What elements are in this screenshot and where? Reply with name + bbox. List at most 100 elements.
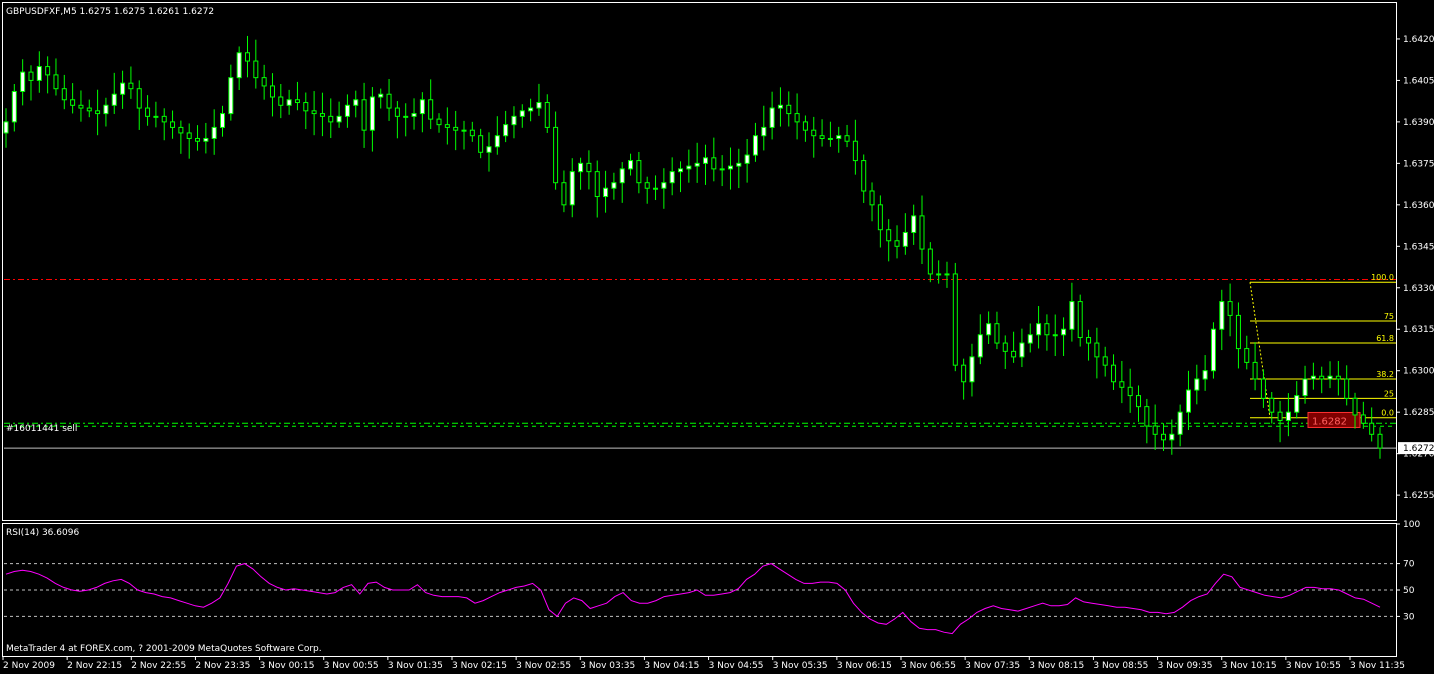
candle-body-bear — [852, 140, 858, 162]
candle-body-bear — [1352, 397, 1358, 416]
price-tick-label: 1.6330 — [1403, 284, 1434, 294]
candle-body-bear — [319, 113, 325, 117]
candle-body-bear — [269, 85, 275, 98]
candle-body-bull — [702, 157, 708, 164]
candle-body-bear — [1136, 395, 1142, 408]
candle-body-bear — [819, 135, 825, 139]
candle-body-bull — [569, 171, 575, 206]
candle-body-bear — [877, 204, 883, 231]
candle-body-bull — [578, 162, 584, 173]
candle-body-bull — [628, 160, 634, 170]
candle-body-bull — [461, 129, 467, 132]
candle-body-bull — [611, 182, 617, 189]
candle-body-bear — [952, 273, 958, 366]
candle-body-bull — [411, 113, 417, 117]
fib-level-label: 75 — [1384, 312, 1394, 321]
candle-body-bull — [1210, 328, 1216, 372]
candle-body-bear — [1227, 301, 1233, 316]
candle-body-bear — [278, 96, 284, 106]
candle-body-bear — [328, 115, 334, 123]
candle-body-bull — [1069, 301, 1075, 330]
time-tick-label: 3 Nov 02:55 — [516, 661, 571, 671]
candle-body-bull — [653, 187, 659, 190]
candle-body-bear — [394, 107, 400, 117]
candle-body-bear — [311, 110, 317, 115]
candle-body-bear — [802, 121, 808, 131]
candle-body-bear — [195, 137, 201, 142]
fib-level-label: 25 — [1384, 389, 1394, 398]
candle-body-bull — [769, 107, 775, 128]
candle-body-bear — [1011, 350, 1017, 358]
time-tick-label: 3 Nov 03:35 — [580, 661, 635, 671]
candle-body-bull — [744, 154, 750, 164]
time-tick-label: 3 Nov 00:15 — [260, 661, 315, 671]
fib-level-label: 61.8 — [1376, 334, 1394, 343]
candle — [952, 262, 958, 372]
candle-body-bull — [336, 115, 342, 123]
candle-body-bull — [103, 104, 109, 115]
candle-body-bear — [1119, 381, 1125, 388]
price-tick-label: 1.6390 — [1403, 118, 1434, 128]
candle-body-bull — [1285, 411, 1291, 421]
candle — [1210, 322, 1216, 379]
time-tick-label: 3 Nov 06:55 — [901, 661, 956, 671]
candle-body-bull — [1177, 411, 1183, 435]
candle-body-bull — [153, 115, 159, 118]
candle-body-bear — [586, 162, 592, 173]
candle-body-bear — [886, 229, 892, 242]
candle-body-bear — [844, 135, 850, 142]
rsi-tick-label: 100 — [1403, 520, 1420, 530]
candle-body-bear — [170, 121, 176, 128]
candle-body-bull — [369, 96, 375, 131]
candle-body-bull — [220, 113, 226, 128]
candle-body-bear — [927, 248, 933, 275]
time-tick-label: 3 Nov 01:35 — [388, 661, 443, 671]
time-tick-label: 3 Nov 06:15 — [837, 661, 892, 671]
candle-body-bear — [1369, 422, 1375, 435]
candle-body-bear — [1144, 406, 1150, 427]
fib-level-label: 0.0 — [1381, 409, 1394, 418]
candle-body-bull — [1194, 378, 1200, 391]
candle-body-bear — [1077, 301, 1083, 339]
time-tick-label: 3 Nov 10:15 — [1222, 661, 1277, 671]
candle-body-bull — [836, 135, 842, 139]
candle-body-bull — [536, 102, 542, 109]
candle-body-bull — [503, 124, 509, 137]
candle-body-bear — [794, 113, 800, 123]
candle-body-bear — [136, 88, 142, 109]
candle-body-bull — [353, 99, 359, 106]
candle-body-bull — [403, 115, 409, 118]
candle-body-bull — [977, 334, 983, 358]
candle-body-bear — [1102, 356, 1108, 366]
candle-body-bear — [1344, 378, 1350, 399]
fib-level-label: 100.0 — [1371, 273, 1394, 282]
candle-body-bull — [236, 52, 242, 79]
candle-body-bull — [1219, 301, 1225, 330]
fib-level-label: 38.2 — [1376, 370, 1394, 379]
candle-body-bear — [594, 171, 600, 198]
candle-body-bull — [11, 90, 17, 123]
candle-body-bear — [1277, 411, 1283, 421]
candle-body-bear — [1269, 397, 1275, 413]
order-label[interactable]: #16011441 sell — [6, 424, 77, 434]
candle-body-bull — [736, 162, 742, 167]
price-tick-label: 1.6315 — [1403, 325, 1434, 335]
price-tick-label: 1.6375 — [1403, 159, 1434, 169]
candle-body-bear — [70, 99, 76, 106]
candle-body-bull — [486, 146, 492, 153]
candle-body-bear — [145, 107, 151, 117]
candle-body-bear — [428, 99, 434, 120]
current-price-tag-label: 1.6272 — [1403, 444, 1434, 454]
candle-body-bull — [1202, 370, 1208, 380]
candle-body-bull — [686, 165, 692, 170]
candle-body-bear — [711, 157, 717, 170]
candle-body-bear — [961, 364, 967, 383]
candle-body-bear — [478, 135, 484, 153]
candle-body-bull — [120, 82, 126, 95]
candle-body-bull — [36, 66, 42, 81]
candle-body-bull — [1036, 323, 1042, 336]
candle-body-bull — [511, 115, 517, 126]
candle-body-bear — [1360, 414, 1366, 424]
price-tick-label: 1.6405 — [1403, 76, 1434, 86]
candle-body-bear — [1260, 378, 1266, 399]
